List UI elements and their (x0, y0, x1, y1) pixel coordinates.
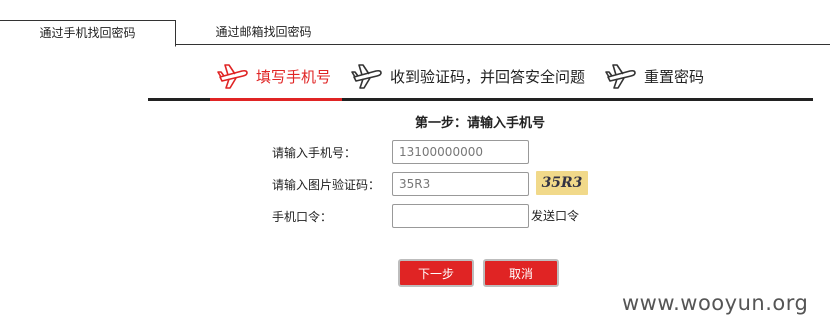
send-code-button[interactable]: 发送口令 (531, 207, 579, 224)
tab-phone-recovery[interactable]: 通过手机找回密码 (0, 20, 176, 47)
tab-email-recovery[interactable]: 通过邮箱找回密码 (176, 20, 351, 45)
step-progress: 填写手机号 收到验证码，并回答安全问题 重置密码 (148, 56, 813, 101)
phone-input[interactable]: 13100000000 (392, 140, 529, 164)
step-2-label: 收到验证码，并回答安全问题 (390, 67, 586, 86)
step-title: 第一步：请输入手机号 (414, 116, 545, 131)
airplane-icon (351, 64, 382, 89)
token-label: 手机口令： (272, 209, 333, 224)
step-2: 收到验证码，并回答安全问题 (350, 56, 585, 96)
step-1: 填写手机号 (216, 56, 331, 96)
step-3-label: 重置密码 (644, 67, 705, 86)
step-active-indicator (210, 98, 342, 101)
captcha-input[interactable]: 35R3 (392, 172, 529, 196)
phone-label: 请输入手机号： (272, 145, 357, 160)
step-1-label: 填写手机号 (256, 67, 332, 86)
captcha-label: 请输入图片验证码： (272, 177, 381, 192)
next-button[interactable]: 下一步 (398, 259, 474, 287)
airplane-icon (217, 64, 248, 89)
airplane-icon (605, 64, 636, 89)
token-input[interactable] (392, 204, 529, 228)
captcha-image[interactable]: 35R3 (536, 171, 588, 195)
watermark: www.wooyun.org (622, 291, 809, 315)
step-3: 重置密码 (604, 56, 704, 96)
cancel-button[interactable]: 取消 (483, 259, 559, 287)
tab-bar: 通过手机找回密码 通过邮箱找回密码 (0, 20, 830, 47)
